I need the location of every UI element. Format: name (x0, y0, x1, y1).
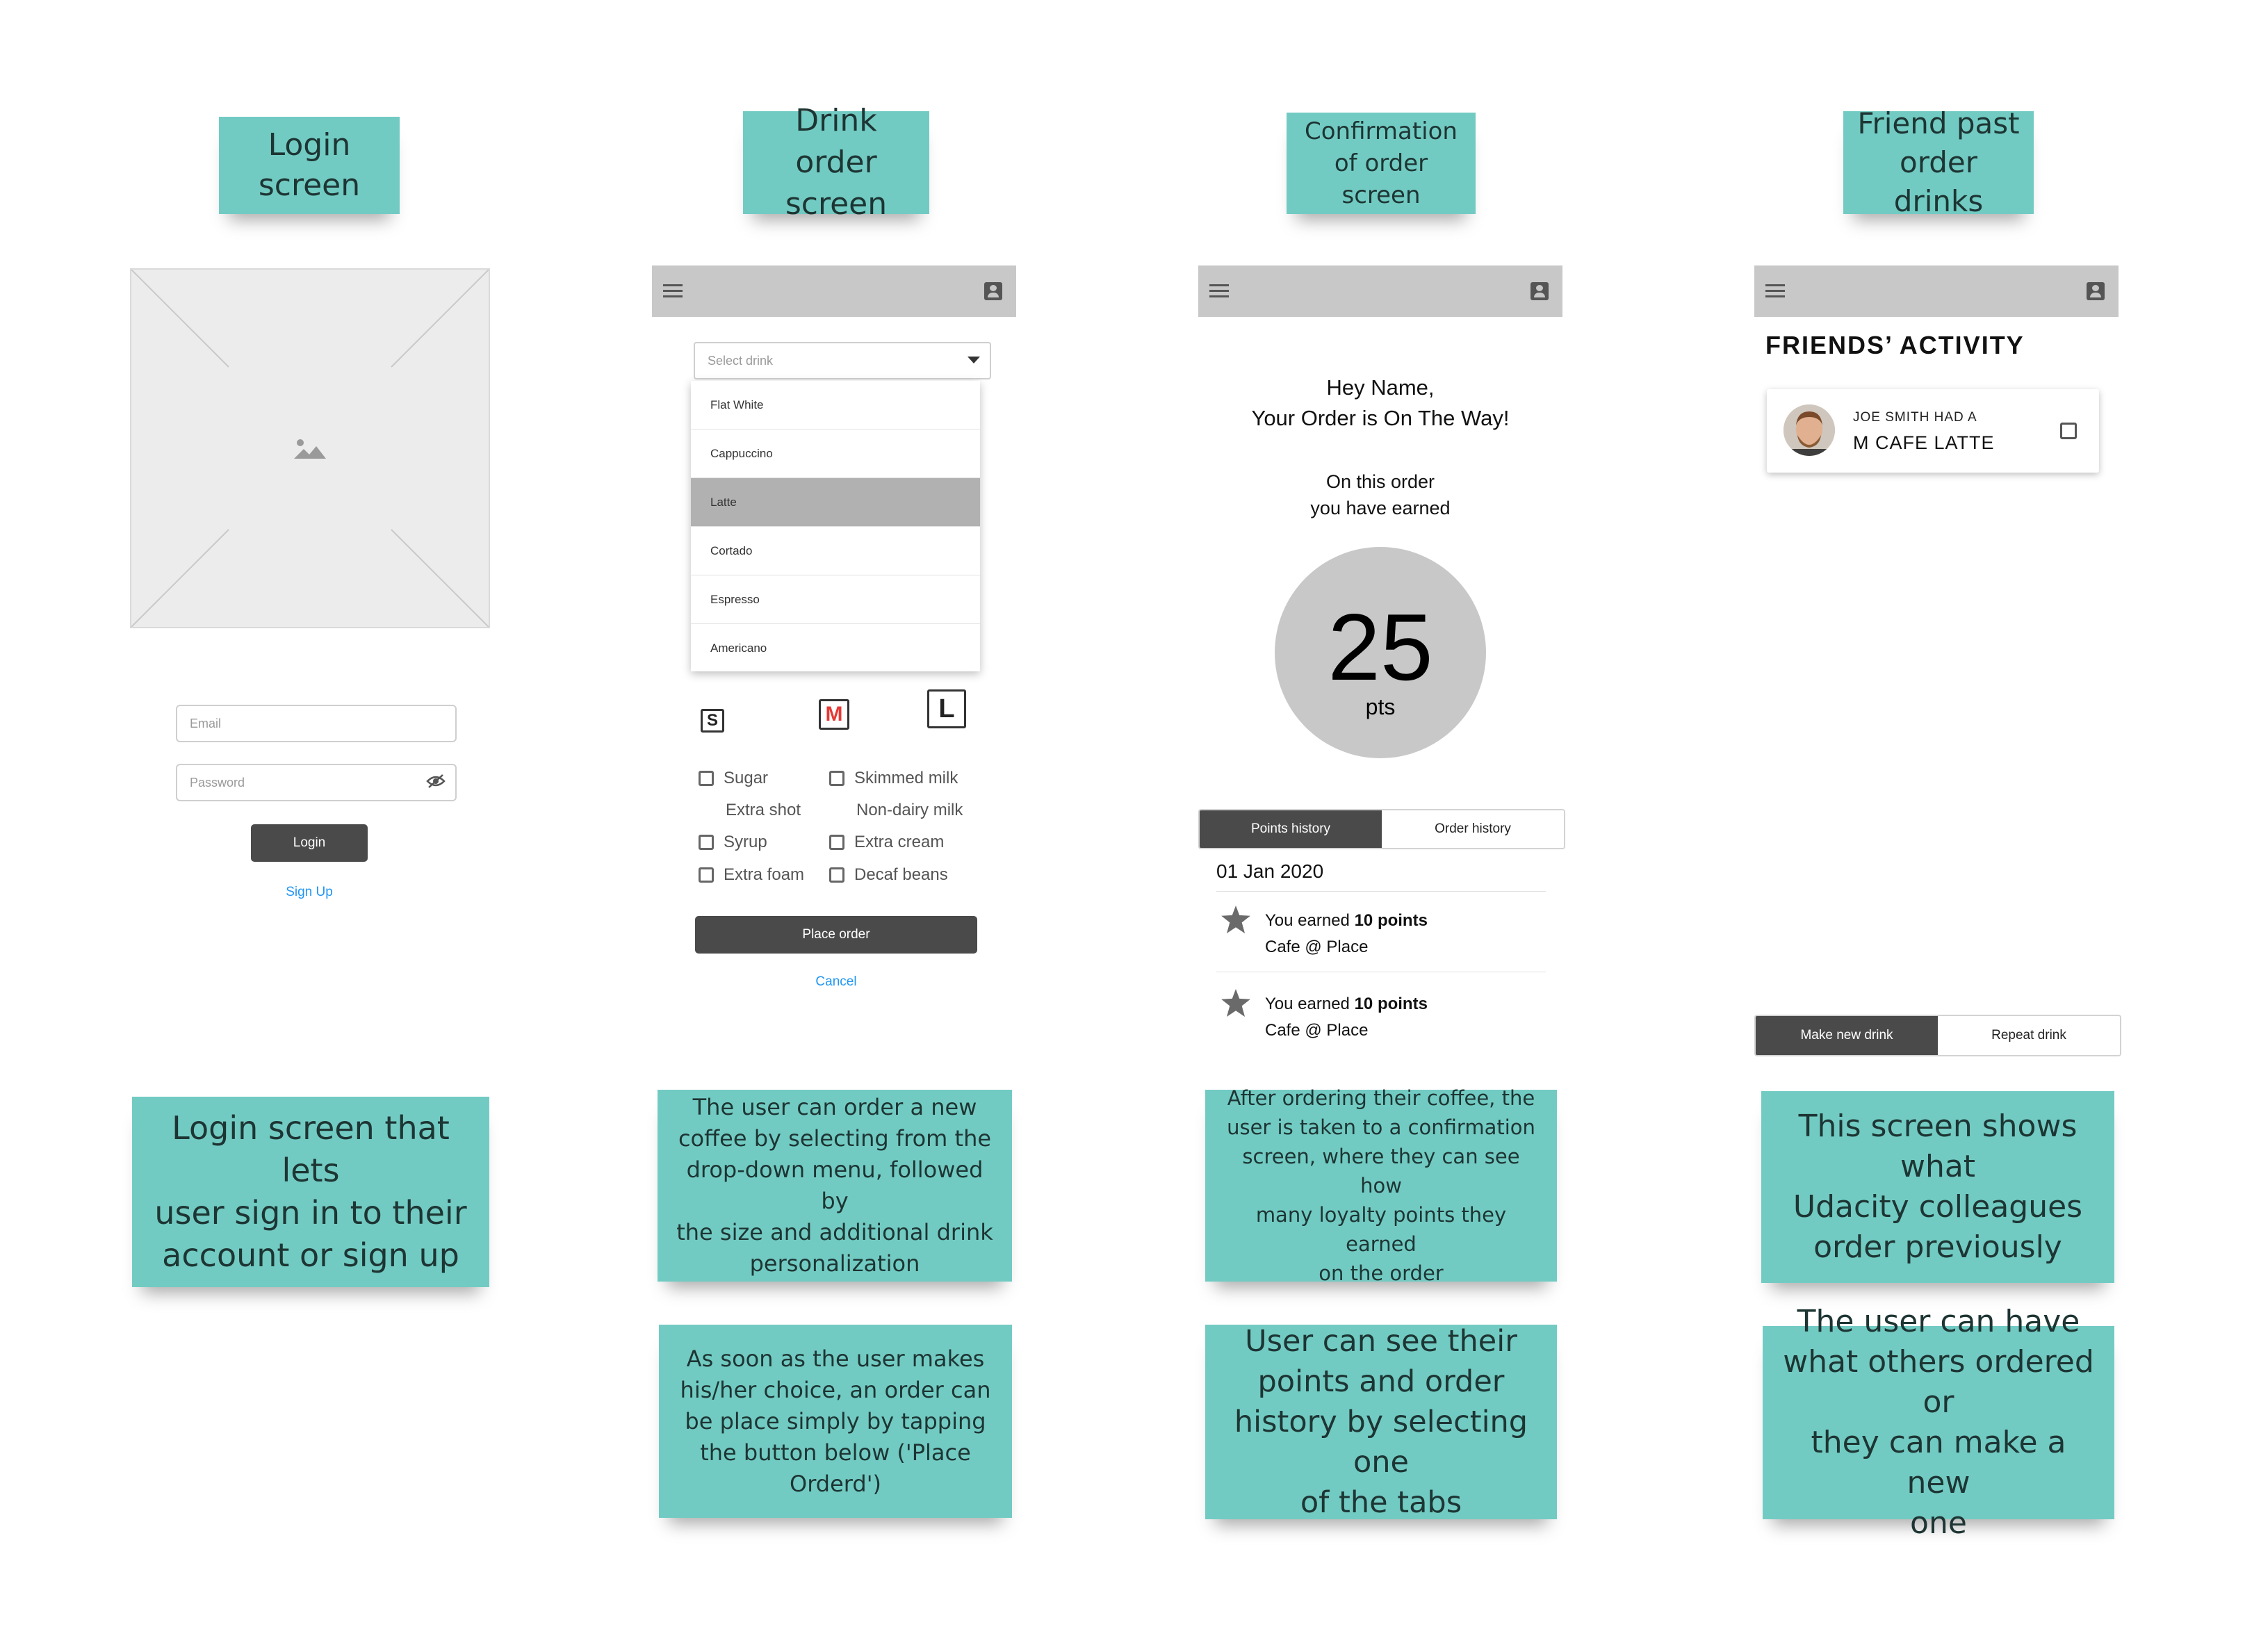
star-icon (1221, 906, 1250, 933)
tab-points-history[interactable]: Points history (1200, 810, 1382, 848)
account-icon[interactable] (2087, 282, 2105, 300)
checkbox[interactable] (829, 771, 844, 786)
checkbox[interactable] (699, 771, 714, 786)
sticky-login-title: Login screen (219, 117, 400, 214)
friend-activity-card[interactable]: JOE SMITH HAD A M CAFE LATTE (1767, 389, 2099, 473)
greeting-text: Hey Name, Your Order is On The Way! (1251, 375, 1510, 430)
sticky-login-desc: Login screen that lets user sign in to t… (132, 1097, 489, 1287)
extra-shot-option[interactable]: Extra shot (699, 801, 801, 820)
avatar-image (1784, 404, 1835, 456)
size-l-button[interactable]: L (927, 689, 966, 728)
sticky-drink-desc: The user can order a new coffee by selec… (658, 1090, 1012, 1282)
extra-cream-checkbox[interactable]: Extra cream (829, 833, 944, 852)
menu-item-americano[interactable]: Americano (691, 624, 980, 673)
login-button[interactable]: Login (251, 824, 368, 862)
sticky-friend-title: Friend past order drinks (1843, 106, 2034, 218)
friends-heading: FRIENDS’ ACTIVITY (1765, 331, 2025, 359)
decaf-beans-checkbox[interactable]: Decaf beans (829, 865, 948, 885)
sticky-confirm-desc: After ordering their coffee, the user is… (1205, 1086, 1557, 1285)
menu-item-flat-white[interactable]: Flat White (691, 381, 980, 430)
image-placeholder (130, 268, 490, 628)
skimmed-milk-checkbox[interactable]: Skimmed milk (829, 769, 958, 788)
app-bar (652, 265, 1016, 317)
avatar (1784, 404, 1835, 456)
checkbox[interactable] (699, 835, 714, 850)
points-badge: 25 pts (1275, 547, 1486, 758)
repeat-drink-button[interactable]: Repeat drink (1938, 1016, 2120, 1055)
cancel-link[interactable]: Cancel (765, 974, 908, 990)
drink-dropdown-menu: Flat White Cappuccino Latte Cortado Espr… (691, 381, 980, 671)
history-date: 01 Jan 2020 (1216, 860, 1324, 882)
menu-item-espresso[interactable]: Espresso (691, 575, 980, 624)
app-bar (1198, 265, 1562, 317)
history-item: You earned 10 points Cafe @ Place (1216, 987, 1546, 1049)
sticky-friend-desc-2: The user can have what others ordered or… (1763, 1304, 2114, 1541)
tab-order-history[interactable]: Order history (1382, 810, 1564, 848)
menu-icon[interactable] (663, 284, 683, 298)
card-checkbox[interactable] (2060, 423, 2077, 439)
sticky-friend-desc: This screen shows what Udacity colleague… (1761, 1091, 2114, 1283)
sticky-confirm-title: Confirmation of order screen (1287, 113, 1476, 214)
divider (1216, 891, 1546, 892)
sticky-drink-desc-2: As soon as the user makes his/her choice… (659, 1325, 1012, 1518)
account-icon[interactable] (1531, 282, 1549, 300)
sticky-drink-title: Drink order screen (743, 103, 929, 222)
menu-item-cappuccino[interactable]: Cappuccino (691, 430, 980, 478)
earned-text: On this order you have earned (1310, 471, 1451, 518)
history-tabs: Points history Order history (1198, 809, 1565, 849)
extra-syrup-checkbox[interactable]: Syrup (699, 833, 767, 852)
drink-action-buttons: Make new drink Repeat drink (1754, 1015, 2121, 1056)
checkbox[interactable] (829, 867, 844, 883)
menu-icon[interactable] (1765, 284, 1785, 298)
non-dairy-milk-option[interactable]: Non-dairy milk (829, 801, 963, 820)
menu-icon[interactable] (1209, 284, 1229, 298)
menu-item-cortado[interactable]: Cortado (691, 527, 980, 575)
password-field[interactable]: Password (176, 764, 457, 801)
size-s-button[interactable]: S (701, 709, 724, 733)
star-icon (1221, 989, 1250, 1017)
app-bar (1754, 265, 2119, 317)
menu-item-latte[interactable]: Latte (691, 478, 980, 527)
checkbox[interactable] (699, 867, 714, 883)
size-m-button[interactable]: M (819, 699, 849, 730)
image-icon (294, 439, 326, 459)
place-order-button[interactable]: Place order (695, 916, 977, 954)
drink-select[interactable]: Select drink (694, 342, 991, 379)
chevron-down-icon (968, 357, 980, 363)
extra-sugar-checkbox[interactable]: Sugar (699, 769, 768, 788)
extra-foam-checkbox[interactable]: Extra foam (699, 865, 804, 885)
signup-link[interactable]: Sign Up (251, 885, 368, 900)
sticky-confirm-desc-2: User can see their points and order hist… (1205, 1324, 1557, 1520)
make-new-drink-button[interactable]: Make new drink (1756, 1016, 1938, 1055)
checkbox[interactable] (829, 835, 844, 850)
history-item: You earned 10 points Cafe @ Place (1216, 903, 1546, 966)
email-field[interactable]: Email (176, 705, 457, 742)
account-icon[interactable] (984, 282, 1002, 300)
eye-off-icon[interactable] (426, 774, 446, 788)
